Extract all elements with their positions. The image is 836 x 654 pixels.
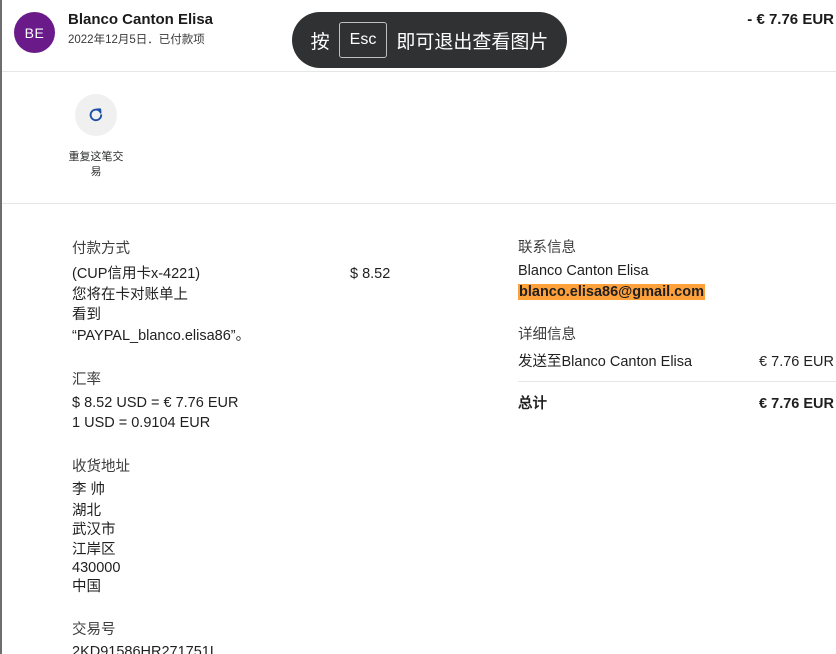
transaction-date-status: 2022年12月5日．已付款项: [68, 34, 205, 46]
transaction-actions: 重复这笔交易: [2, 72, 836, 204]
counterparty-name: Blanco Canton Elisa: [68, 11, 214, 28]
shipping-address-line: 中国: [72, 579, 101, 595]
exchange-rate-line-2: 1 USD = 0.9104 EUR: [72, 415, 211, 431]
payment-note-line-3: “PAYPAL_blanco.elisa86”。: [72, 328, 251, 344]
transaction-id[interactable]: 2KD91586HR271751L: [72, 642, 218, 654]
exchange-rate-line-1: $ 8.52 USD = € 7.76 EUR: [72, 395, 239, 411]
shipping-address-line: 武汉市: [72, 522, 116, 538]
repeat-transaction-button[interactable]: [75, 94, 117, 136]
avatar: BE: [14, 12, 55, 53]
transaction-header: BE Blanco Canton Elisa 2022年12月5日．已付款项 -…: [2, 0, 836, 72]
exit-view-toast: 按 Esc 即可退出查看图片: [292, 12, 567, 68]
repeat-transaction-label[interactable]: 重复这笔交易: [64, 150, 128, 180]
esc-key-badge: Esc: [338, 22, 388, 58]
refresh-icon: [89, 108, 103, 122]
toast-suffix: 即可退出查看图片: [396, 31, 549, 53]
details-divider: [518, 381, 836, 382]
exchange-rate-title: 汇率: [72, 372, 101, 388]
transaction-amount: - € 7.76 EUR: [747, 11, 834, 28]
total-amount: € 7.76 EUR: [759, 396, 834, 412]
payment-method-title: 付款方式: [72, 241, 130, 257]
details-title: 详细信息: [518, 327, 576, 343]
contact-name: Blanco Canton Elisa: [518, 263, 649, 279]
sent-to-label: 发送至Blanco Canton Elisa: [518, 354, 693, 370]
sent-to-amount: € 7.76 EUR: [759, 354, 834, 370]
shipping-address-line: 湖北: [72, 503, 101, 519]
shipping-address-line: 430000: [72, 560, 121, 576]
shipping-address-line: 李 帅: [72, 482, 106, 498]
payment-note-line-2: 看到: [72, 307, 101, 323]
transaction-detail-view: BE Blanco Canton Elisa 2022年12月5日．已付款项 -…: [0, 0, 836, 654]
contact-email[interactable]: blanco.elisa86@gmail.com: [518, 282, 705, 303]
transaction-id-title: 交易号: [72, 622, 116, 638]
payment-method-amount: $ 8.52: [350, 266, 391, 282]
toast-prefix: 按: [310, 31, 330, 53]
payment-note-line-1: 您将在卡对账单上: [72, 287, 188, 303]
contact-info-title: 联系信息: [518, 240, 576, 256]
shipping-address-title: 收货地址: [72, 459, 130, 475]
payment-method-card: (CUP信用卡x-4221): [72, 266, 201, 282]
contact-email-highlighted[interactable]: blanco.elisa86@gmail.com: [518, 284, 705, 300]
total-label: 总计: [518, 396, 547, 412]
